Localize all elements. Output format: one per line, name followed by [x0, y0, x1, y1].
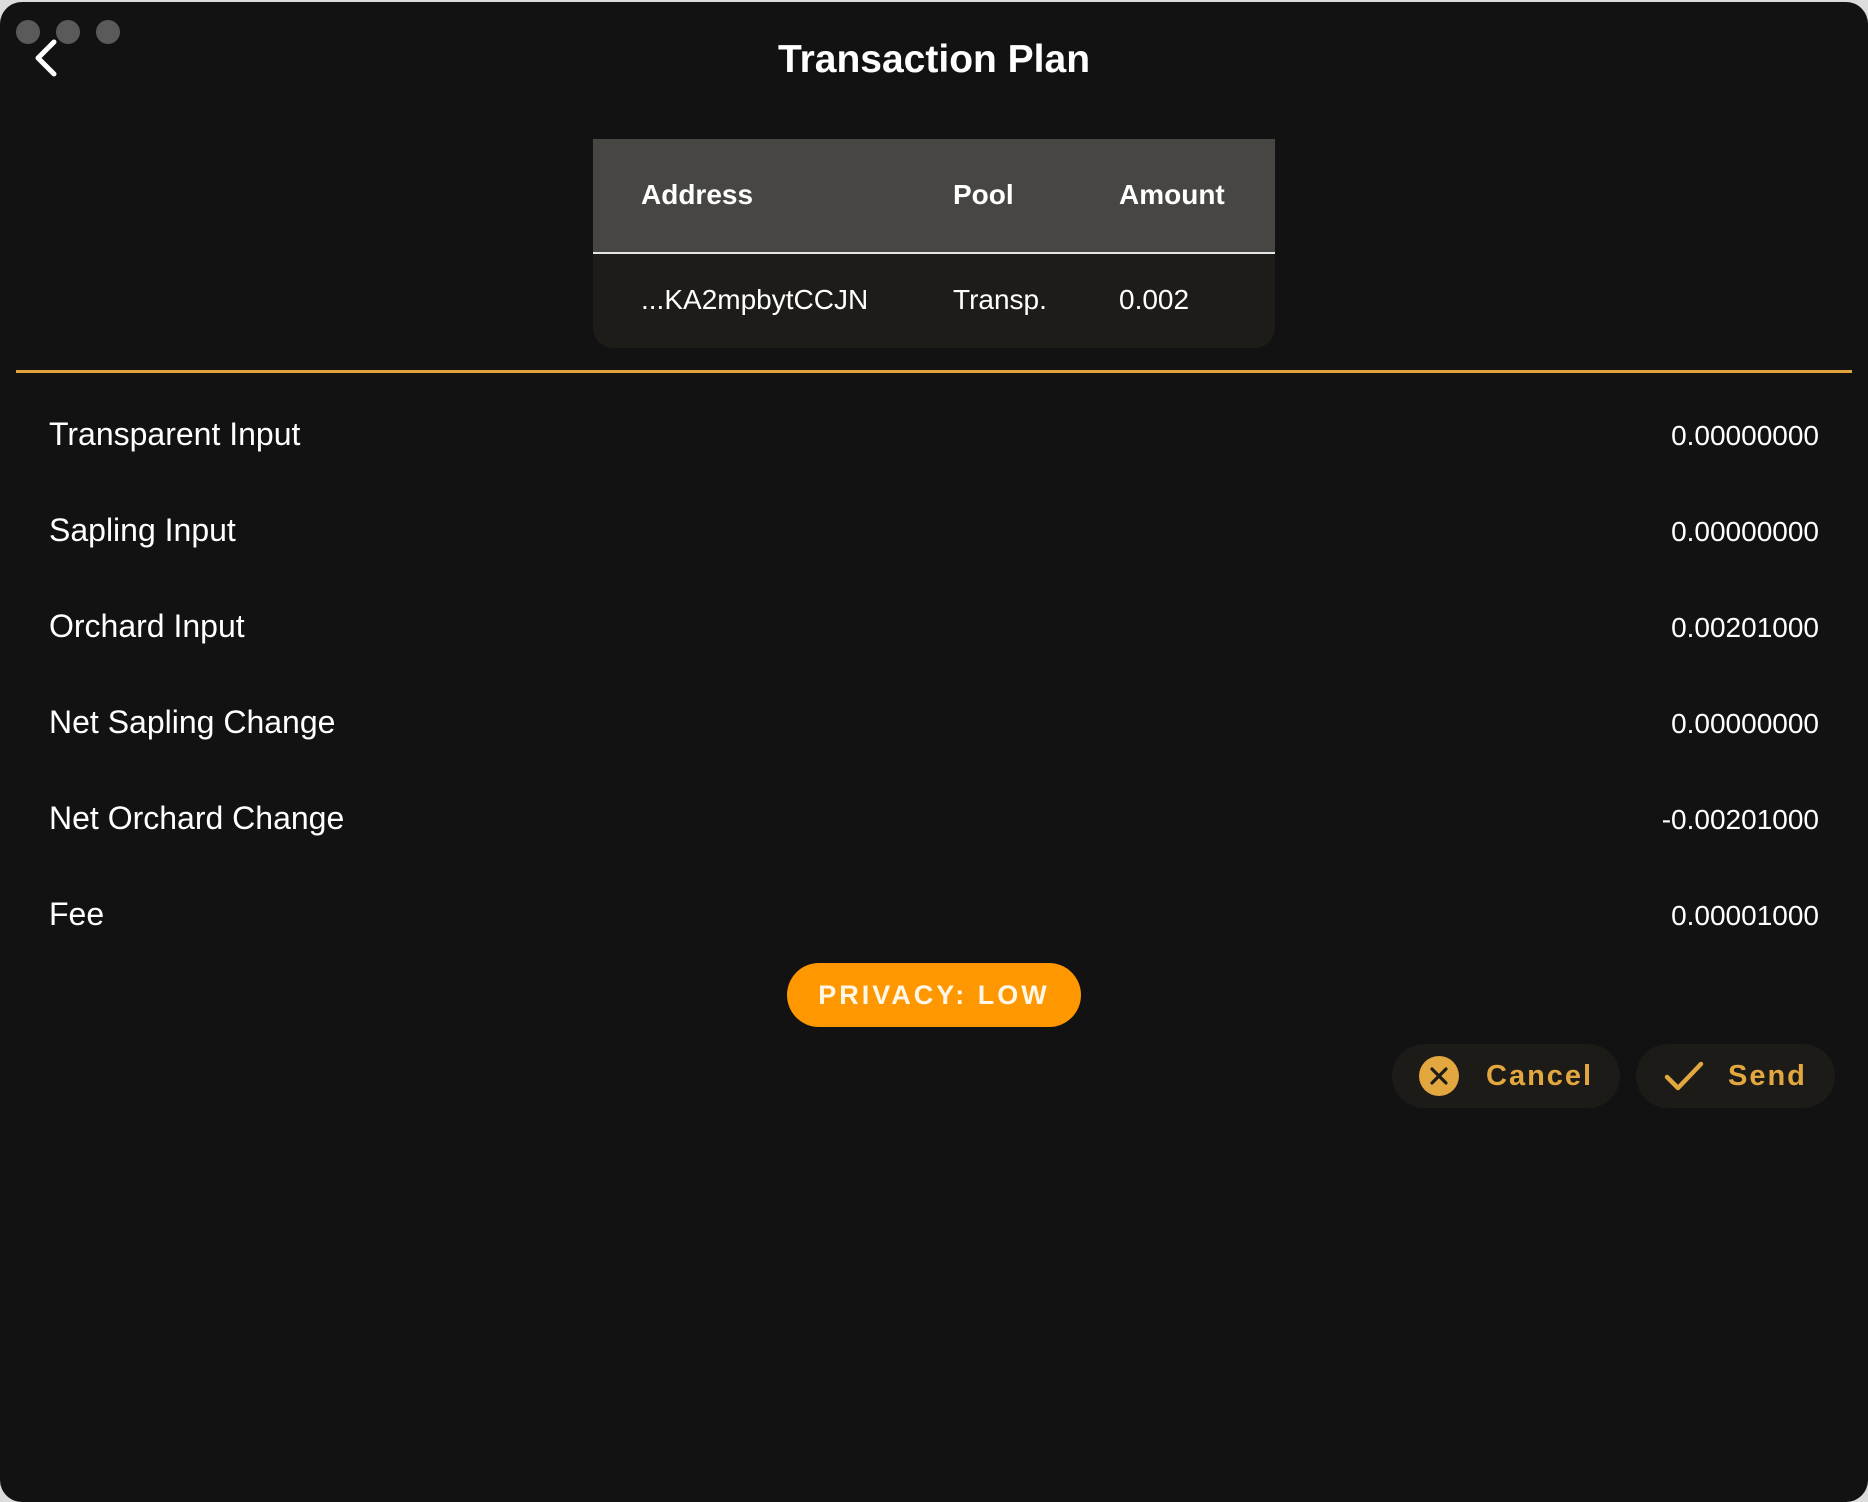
- summary-label: Net Orchard Change: [49, 800, 345, 836]
- section-divider: [16, 370, 1852, 373]
- summary-value: 0.00001000: [1671, 900, 1819, 931]
- close-circle-icon: [1419, 1056, 1459, 1096]
- summary-label: Transparent Input: [49, 416, 301, 452]
- summary-value: 0.00000000: [1671, 708, 1819, 739]
- page-title: Transaction Plan: [777, 38, 1091, 81]
- app-window: Transaction Plan Address Pool Amount ...…: [0, 2, 1868, 1502]
- summary-row-fee: Fee 0.00001000: [49, 896, 1819, 946]
- summary-value: 0.00000000: [1671, 420, 1819, 451]
- column-header-amount: Amount: [1119, 179, 1225, 210]
- table-row: ...KA2mpbytCCJN Transp. 0.002: [593, 254, 1275, 348]
- check-icon: [1664, 1061, 1704, 1091]
- recipient-address: ...KA2mpbytCCJN: [641, 284, 869, 315]
- table-header: Address Pool Amount: [593, 139, 1275, 254]
- summary-row-transparent-input: Transparent Input 0.00000000: [49, 416, 1819, 466]
- send-button[interactable]: Send: [1636, 1044, 1835, 1108]
- summary-value: 0.00000000: [1671, 516, 1819, 547]
- privacy-badge: PRIVACY: LOW: [787, 963, 1081, 1027]
- summary-value: 0.00201000: [1671, 612, 1819, 643]
- summary-label: Orchard Input: [49, 608, 245, 644]
- summary-label: Sapling Input: [49, 512, 236, 548]
- send-button-label: Send: [1728, 1059, 1807, 1092]
- column-header-pool: Pool: [953, 179, 1014, 210]
- recipient-pool: Transp.: [953, 284, 1047, 315]
- summary-row-sapling-input: Sapling Input 0.00000000: [49, 512, 1819, 562]
- column-header-address: Address: [641, 179, 754, 210]
- cancel-button[interactable]: Cancel: [1392, 1044, 1620, 1108]
- cancel-button-label: Cancel: [1486, 1059, 1594, 1092]
- summary-value: -0.00201000: [1661, 804, 1819, 835]
- summary-row-net-orchard-change: Net Orchard Change -0.00201000: [49, 800, 1819, 850]
- recipient-amount: 0.002: [1119, 284, 1190, 315]
- recipients-table: Address Pool Amount ...KA2mpbytCCJN Tran…: [593, 139, 1275, 348]
- summary-row-net-sapling-change: Net Sapling Change 0.00000000: [49, 704, 1819, 754]
- summary-label: Net Sapling Change: [49, 704, 336, 740]
- summary-row-orchard-input: Orchard Input 0.00201000: [49, 608, 1819, 658]
- summary-label: Fee: [49, 896, 105, 932]
